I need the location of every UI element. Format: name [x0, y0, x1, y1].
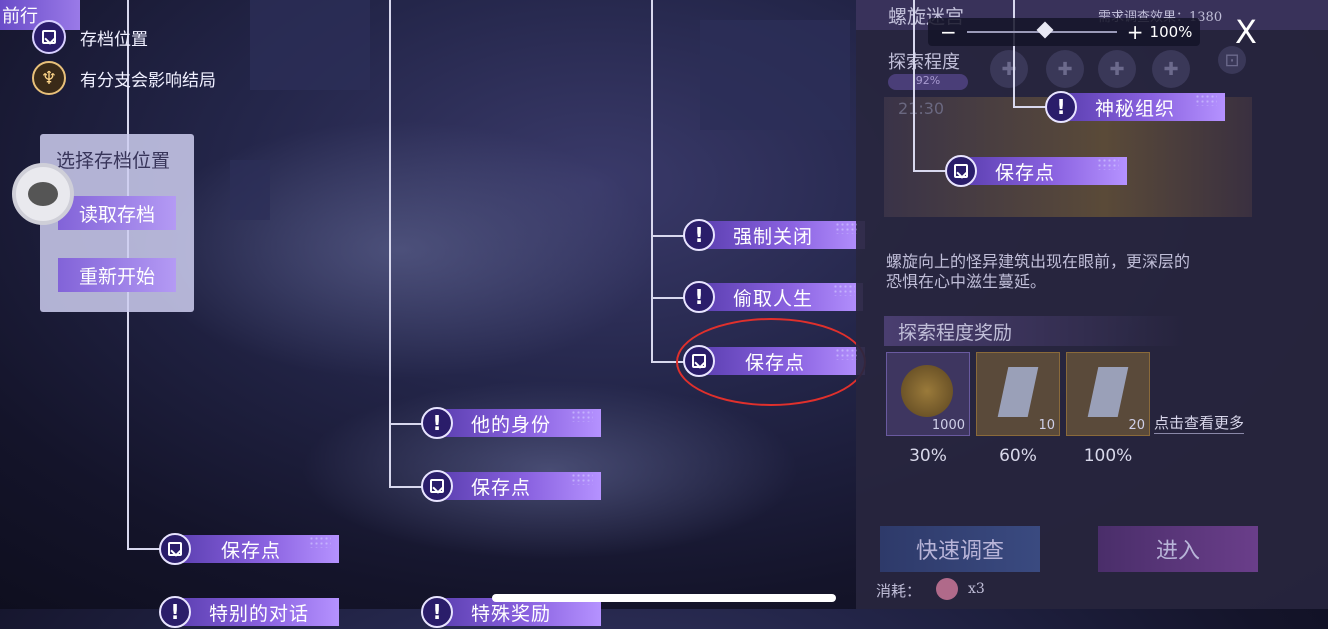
- exclaim-icon: !: [683, 281, 715, 313]
- crystal-icon: [997, 367, 1039, 417]
- reward-pct: 100%: [1083, 446, 1133, 466]
- zoom-out-button[interactable]: −: [940, 20, 957, 44]
- node-his-identity[interactable]: ! 他的身份: [421, 406, 601, 440]
- tree-line: [389, 423, 423, 425]
- description-line-2: 恐惧在心中滋生蔓延。: [886, 272, 1047, 291]
- choose-save-panel: 选择存档位置 读取存档 重新开始: [40, 134, 194, 312]
- tree-line: [913, 0, 915, 170]
- crystal-icon: [1087, 367, 1129, 417]
- node-steal-life[interactable]: ! 偷取人生: [683, 280, 863, 314]
- tree-line: [651, 235, 685, 237]
- load-save-button[interactable]: 读取存档: [58, 196, 176, 230]
- reward-crystal-2[interactable]: 20: [1066, 352, 1150, 436]
- tree-line: [913, 170, 947, 172]
- explore-progress: 92%: [888, 74, 968, 90]
- tree-line: [389, 0, 391, 486]
- puzzle-icon: ✚: [1098, 50, 1136, 88]
- choose-panel-title: 选择存档位置: [56, 150, 171, 172]
- reward-header: 探索程度奖励: [884, 316, 1184, 346]
- see-more-link[interactable]: 点击查看更多: [1154, 412, 1245, 434]
- legend-branch: ♆ 有分支会影响结局: [32, 61, 216, 95]
- exclaim-icon: !: [421, 407, 453, 439]
- zoom-in-button[interactable]: +: [1127, 20, 1144, 44]
- zoom-level: 100%: [1149, 23, 1193, 41]
- coin-icon: [901, 365, 953, 417]
- quick-investigate-button[interactable]: 快速调查: [880, 526, 1040, 572]
- exclaim-icon: !: [683, 219, 715, 251]
- tree-line: [389, 486, 423, 488]
- node-save-point-right[interactable]: 保存点: [945, 154, 1127, 188]
- exclaim-icon: !: [421, 596, 453, 628]
- enter-button[interactable]: 进入: [1098, 526, 1258, 572]
- exclaim-icon: !: [1045, 91, 1077, 123]
- chat-bubble-icon[interactable]: [12, 163, 74, 225]
- reward-crystal-1[interactable]: 10: [976, 352, 1060, 436]
- tree-line: [651, 0, 653, 362]
- zoom-slider-handle[interactable]: [1036, 21, 1054, 39]
- reward-pct: 60%: [999, 446, 1037, 466]
- tree-line: [1013, 0, 1015, 108]
- exclaim-icon: !: [159, 596, 191, 628]
- node-special-dialogue[interactable]: ! 特别的对话: [159, 595, 339, 629]
- cost-label: 消耗：: [876, 582, 922, 600]
- save-icon: [945, 155, 977, 187]
- node-mysterious-org[interactable]: ! 神秘组织: [1045, 90, 1225, 124]
- tree-line: [127, 548, 161, 550]
- node-force-close[interactable]: ! 强制关闭: [683, 218, 865, 252]
- puzzle-icon: ✚: [1046, 50, 1084, 88]
- explore-label: 探索程度: [888, 52, 960, 73]
- branch-icon: ♆: [32, 61, 66, 95]
- reward-pct: 30%: [909, 446, 947, 466]
- cost-qty: x3: [968, 581, 985, 597]
- node-save-point-mid[interactable]: 保存点: [421, 469, 601, 503]
- zoom-slider[interactable]: [966, 21, 1117, 39]
- tree-line: [651, 297, 685, 299]
- legend-save-location: 存档位置: [32, 20, 148, 54]
- puzzle-icon: ✚: [990, 50, 1028, 88]
- zoom-control: − + 100%: [928, 18, 1200, 46]
- save-icon: [32, 20, 66, 54]
- tree-line: [1013, 106, 1047, 108]
- save-icon: [159, 533, 191, 565]
- node-save-point-left[interactable]: 保存点: [159, 532, 339, 566]
- save-icon: [683, 345, 715, 377]
- restart-button[interactable]: 重新开始: [58, 258, 176, 292]
- close-icon[interactable]: X: [1228, 13, 1264, 51]
- heart-icon: [936, 578, 958, 600]
- reward-coin[interactable]: 1000: [886, 352, 970, 436]
- puzzle-icon: ✚: [1152, 50, 1190, 88]
- save-icon: [421, 470, 453, 502]
